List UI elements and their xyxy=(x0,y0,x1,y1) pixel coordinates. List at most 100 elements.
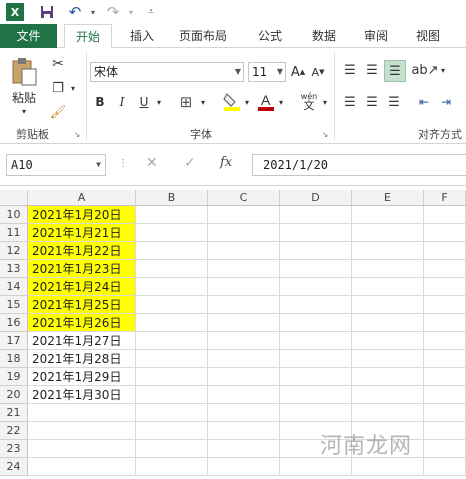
cell[interactable] xyxy=(208,278,280,296)
cell[interactable] xyxy=(424,260,466,278)
cell[interactable] xyxy=(208,422,280,440)
align-top-icon[interactable]: ☰ xyxy=(340,60,360,80)
formula-input[interactable]: 2021/1/20 xyxy=(252,154,466,176)
row-header[interactable]: 24 xyxy=(0,458,28,476)
cell-a[interactable]: 2021年1月26日 xyxy=(28,314,136,332)
cell-a[interactable] xyxy=(28,404,136,422)
cell[interactable] xyxy=(280,278,352,296)
cell[interactable] xyxy=(136,206,208,224)
italic-button[interactable]: I xyxy=(114,92,130,112)
tab-view[interactable]: 视图 xyxy=(408,24,448,48)
align-left-icon[interactable]: ☰ xyxy=(340,92,360,112)
cell[interactable] xyxy=(208,260,280,278)
cell[interactable] xyxy=(280,296,352,314)
tab-page-layout[interactable]: 页面布局 xyxy=(172,24,234,48)
cell[interactable] xyxy=(280,368,352,386)
font-name-combo[interactable]: 宋体 ▼ xyxy=(90,62,244,82)
cell[interactable] xyxy=(352,404,424,422)
cell[interactable] xyxy=(352,224,424,242)
cell-a[interactable]: 2021年1月29日 xyxy=(28,368,136,386)
cell[interactable] xyxy=(424,278,466,296)
enter-icon[interactable]: ✓ xyxy=(184,155,196,171)
cell[interactable] xyxy=(352,206,424,224)
cell-a[interactable]: 2021年1月27日 xyxy=(28,332,136,350)
row-header[interactable]: 22 xyxy=(0,422,28,440)
align-middle-icon[interactable]: ☰ xyxy=(362,60,382,80)
cell[interactable] xyxy=(424,350,466,368)
cell[interactable] xyxy=(352,386,424,404)
cell[interactable] xyxy=(424,242,466,260)
row-header[interactable]: 11 xyxy=(0,224,28,242)
row-header[interactable]: 10 xyxy=(0,206,28,224)
cell-a[interactable] xyxy=(28,422,136,440)
cell[interactable] xyxy=(280,314,352,332)
cell[interactable] xyxy=(352,350,424,368)
column-header-f[interactable]: F xyxy=(424,190,466,206)
tab-insert[interactable]: 插入 xyxy=(124,24,160,48)
orientation-icon[interactable]: ab↗ xyxy=(411,60,438,80)
cell[interactable] xyxy=(208,404,280,422)
tab-data[interactable]: 数据 xyxy=(304,24,344,48)
font-color-dropdown-icon[interactable]: ▾ xyxy=(276,92,286,112)
cell[interactable] xyxy=(424,206,466,224)
insert-function-icon[interactable]: fx xyxy=(220,155,232,170)
undo-dropdown-icon[interactable]: ▾ xyxy=(84,3,102,21)
name-box[interactable]: A10 ▼ xyxy=(6,154,106,176)
borders-dropdown-icon[interactable]: ▾ xyxy=(198,92,208,112)
paste-button-label[interactable]: 粘贴 xyxy=(8,90,40,105)
cell[interactable] xyxy=(208,386,280,404)
row-header[interactable]: 13 xyxy=(0,260,28,278)
cell[interactable] xyxy=(352,278,424,296)
cell[interactable] xyxy=(136,224,208,242)
cell[interactable] xyxy=(424,404,466,422)
align-center-icon[interactable]: ☰ xyxy=(362,92,382,112)
cell[interactable] xyxy=(136,242,208,260)
align-bottom-icon[interactable]: ☰ xyxy=(384,60,406,82)
redo-icon[interactable]: ↷ xyxy=(104,3,122,21)
column-header-c[interactable]: C xyxy=(208,190,280,206)
cell[interactable] xyxy=(136,332,208,350)
drag-handle-icon[interactable]: ⋮ xyxy=(118,158,128,169)
cell[interactable] xyxy=(280,332,352,350)
row-header[interactable]: 20 xyxy=(0,386,28,404)
cell-a[interactable]: 2021年1月25日 xyxy=(28,296,136,314)
cell[interactable] xyxy=(208,350,280,368)
cell[interactable] xyxy=(208,224,280,242)
cell[interactable] xyxy=(280,206,352,224)
orientation-dropdown-icon[interactable]: ▾ xyxy=(438,60,448,80)
tab-formulas[interactable]: 公式 xyxy=(250,24,290,48)
row-header[interactable]: 14 xyxy=(0,278,28,296)
select-all-corner[interactable] xyxy=(0,190,28,206)
cell[interactable] xyxy=(280,242,352,260)
underline-button[interactable]: U xyxy=(136,92,152,112)
cell[interactable] xyxy=(352,458,424,476)
cell[interactable] xyxy=(352,260,424,278)
font-launcher-icon[interactable]: ↘ xyxy=(320,128,330,140)
cell-a[interactable] xyxy=(28,440,136,458)
undo-icon[interactable]: ↶ xyxy=(66,3,84,21)
cell-a[interactable]: 2021年1月22日 xyxy=(28,242,136,260)
cell[interactable] xyxy=(352,314,424,332)
cell[interactable] xyxy=(424,332,466,350)
row-header[interactable]: 12 xyxy=(0,242,28,260)
cell[interactable] xyxy=(208,458,280,476)
cell[interactable] xyxy=(208,206,280,224)
cell[interactable] xyxy=(424,314,466,332)
row-header[interactable]: 19 xyxy=(0,368,28,386)
cell[interactable] xyxy=(424,368,466,386)
bold-button[interactable]: B xyxy=(92,92,108,112)
paste-icon[interactable] xyxy=(8,56,40,88)
cell[interactable] xyxy=(136,314,208,332)
increase-indent-icon[interactable]: ⇥ xyxy=(436,92,456,112)
row-header[interactable]: 18 xyxy=(0,350,28,368)
cell[interactable] xyxy=(136,296,208,314)
column-header-d[interactable]: D xyxy=(280,190,352,206)
cell[interactable] xyxy=(424,296,466,314)
clipboard-launcher-icon[interactable]: ↘ xyxy=(72,128,82,140)
cell-a[interactable] xyxy=(28,458,136,476)
cell[interactable] xyxy=(424,458,466,476)
borders-icon[interactable]: ⊞ xyxy=(176,92,196,112)
cell[interactable] xyxy=(136,278,208,296)
cell[interactable] xyxy=(136,440,208,458)
cell[interactable] xyxy=(352,332,424,350)
